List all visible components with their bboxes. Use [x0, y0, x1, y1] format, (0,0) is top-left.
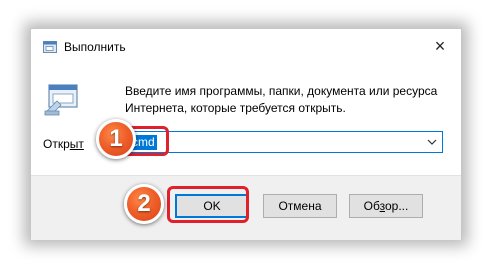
run-dialog-icon — [44, 84, 78, 116]
open-label-rest: ыт — [69, 137, 84, 151]
browse-label-prefix: Об — [363, 199, 380, 213]
highlight-ok-button — [167, 186, 249, 223]
browse-button[interactable]: Обзор... — [349, 194, 423, 218]
open-label-prefix: Откр — [43, 137, 70, 151]
open-combobox[interactable]: cmd — [125, 131, 443, 153]
browse-label-suffix: ор... — [384, 199, 409, 213]
description-line-2: Интернета, которые требуется открыть. — [125, 101, 346, 115]
run-icon — [43, 41, 57, 53]
description-line-1: Введите имя программы, папки, документа … — [125, 84, 438, 98]
open-label: Открыт — [43, 137, 84, 151]
description: Введите имя программы, папки, документа … — [125, 83, 445, 117]
close-icon: × — [434, 36, 446, 56]
close-button[interactable]: × — [431, 37, 449, 55]
step-1-badge: 1 — [96, 119, 136, 159]
window-title: Выполнить — [64, 40, 126, 54]
step-2-badge: 2 — [124, 184, 164, 224]
title-bar: Выполнить × — [31, 29, 461, 65]
cancel-button[interactable]: Отмена — [263, 194, 337, 218]
chevron-down-icon[interactable] — [425, 135, 439, 149]
